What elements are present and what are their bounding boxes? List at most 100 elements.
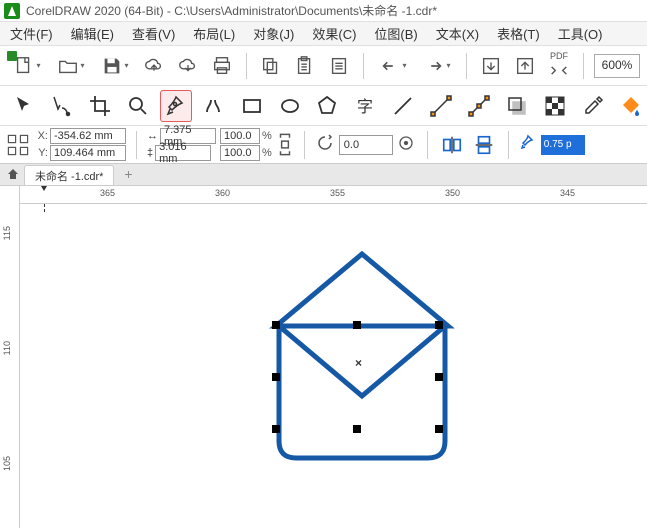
document-tab[interactable]: 未命名 -1.cdr* [24,165,114,185]
percent-label: % [262,130,272,142]
scale-x[interactable]: 100.0 [220,128,260,144]
ruler-tick: 360 [215,188,230,198]
guide-line[interactable] [44,204,45,212]
horizontal-ruler[interactable]: 365 360 355 350 345 [20,186,647,204]
position-icon [6,133,30,157]
menu-object[interactable]: 对象(J) [253,24,294,43]
ruler-tick: 350 [445,188,460,198]
save-button[interactable]: ▾ [96,52,134,80]
open-button[interactable]: ▾ [52,52,90,80]
ruler-tick: 345 [560,188,575,198]
pdf-label: PDF [550,52,568,61]
x-label: X: [34,130,48,142]
pick-tool[interactable] [8,90,40,122]
transparency-tool[interactable] [539,90,571,122]
canvas-area: 365 360 355 350 345 × [20,186,647,528]
width-icon: ↔ [147,130,158,142]
workspace: 115 110 105 365 360 355 350 345 × [0,186,647,528]
zoom-level[interactable]: 600% [594,54,640,78]
property-bar: X:-354.62 mm Y:109.464 mm ↔7.375 mm ‡3.0… [0,126,647,164]
menu-bitmap[interactable]: 位图(B) [374,24,417,43]
fill-tool[interactable] [615,90,647,122]
polygon-tool[interactable] [312,90,344,122]
y-position[interactable]: 109.464 mm [50,145,126,161]
menu-table[interactable]: 表格(T) [497,24,540,43]
svg-text:字: 字 [357,98,373,116]
divider [363,53,364,79]
eyedropper-tool[interactable] [577,90,609,122]
ruler-tick: 110 [2,341,12,355]
selection-handle[interactable] [272,373,280,381]
copy-button[interactable] [257,52,285,80]
percent-label: % [262,147,272,159]
position-group: X:-354.62 mm Y:109.464 mm [34,128,126,161]
selection-handle[interactable] [435,425,443,433]
dimension-tool[interactable] [463,90,495,122]
redo-button[interactable]: ▾ [418,52,456,80]
size-group: ↔7.375 mm ‡3.016 mm [147,128,216,161]
cloud-save-button[interactable] [174,52,202,80]
crop-tool[interactable] [84,90,116,122]
canvas[interactable]: × [20,204,647,528]
ruler-tick: 365 [100,188,115,198]
menu-effect[interactable]: 效果(C) [312,24,356,43]
standard-toolbar: ▾ ▾ ▾ ▾ ▾ PDF 600% [0,46,647,86]
ruler-tick: 105 [2,456,12,471]
selection-handle[interactable] [435,321,443,329]
rotation-center-icon[interactable] [397,134,417,155]
scale-group: 100.0% 100.0% [220,128,272,161]
x-position[interactable]: -354.62 mm [50,128,126,144]
add-tab-button[interactable]: + [118,165,138,183]
text-tool[interactable]: 字 [349,90,381,122]
zoom-tool[interactable] [122,90,154,122]
clipboard-button[interactable] [325,52,353,80]
export-button[interactable] [511,52,539,80]
line-tool[interactable] [387,90,419,122]
menu-edit[interactable]: 编辑(E) [71,24,114,43]
menu-text[interactable]: 文本(X) [436,24,479,43]
outline-width[interactable]: 0.75 p [541,135,585,155]
connector-tool[interactable] [425,90,457,122]
vertical-ruler[interactable]: 115 110 105 [0,186,20,528]
ellipse-tool[interactable] [274,90,306,122]
scale-y[interactable]: 100.0 [220,145,260,161]
toolbox: 字 [0,86,647,126]
y-label: Y: [34,147,48,159]
shape-tool[interactable] [46,90,78,122]
divider [466,53,467,79]
menu-file[interactable]: 文件(F) [10,24,53,43]
outline-pen-icon [519,134,537,155]
rectangle-tool[interactable] [236,90,268,122]
divider [583,53,584,79]
publish-pdf-button[interactable]: PDF [545,52,573,80]
height-icon: ‡ [147,147,153,159]
menu-tools[interactable]: 工具(O) [558,24,603,43]
selection-handle[interactable] [353,425,361,433]
drop-shadow-tool[interactable] [501,90,533,122]
divider [136,131,137,159]
guide-marker[interactable] [44,186,45,204]
mirror-v-button[interactable] [470,131,498,159]
selection-handle[interactable] [435,373,443,381]
lock-ratio-button[interactable] [276,130,294,160]
menu-layout[interactable]: 布局(L) [193,24,235,43]
divider [246,53,247,79]
menu-view[interactable]: 查看(V) [132,24,175,43]
paste-button[interactable] [291,52,319,80]
pen-tool[interactable] [160,90,192,122]
selection-handle[interactable] [272,321,280,329]
mirror-h-button[interactable] [438,131,466,159]
document-tabs: 未命名 -1.cdr* + [0,164,647,186]
undo-button[interactable]: ▾ [374,52,412,80]
cloud-open-button[interactable] [140,52,168,80]
new-button[interactable]: ▾ [8,52,46,80]
selection-center: × [355,356,362,370]
print-button[interactable] [208,52,236,80]
import-button[interactable] [477,52,505,80]
rotation-field[interactable]: 0.0 [339,135,393,155]
height-field[interactable]: 3.016 mm [155,145,211,161]
selection-handle[interactable] [272,425,280,433]
home-tab[interactable] [4,165,22,183]
freehand-tool[interactable] [198,90,230,122]
selection-handle[interactable] [353,321,361,329]
